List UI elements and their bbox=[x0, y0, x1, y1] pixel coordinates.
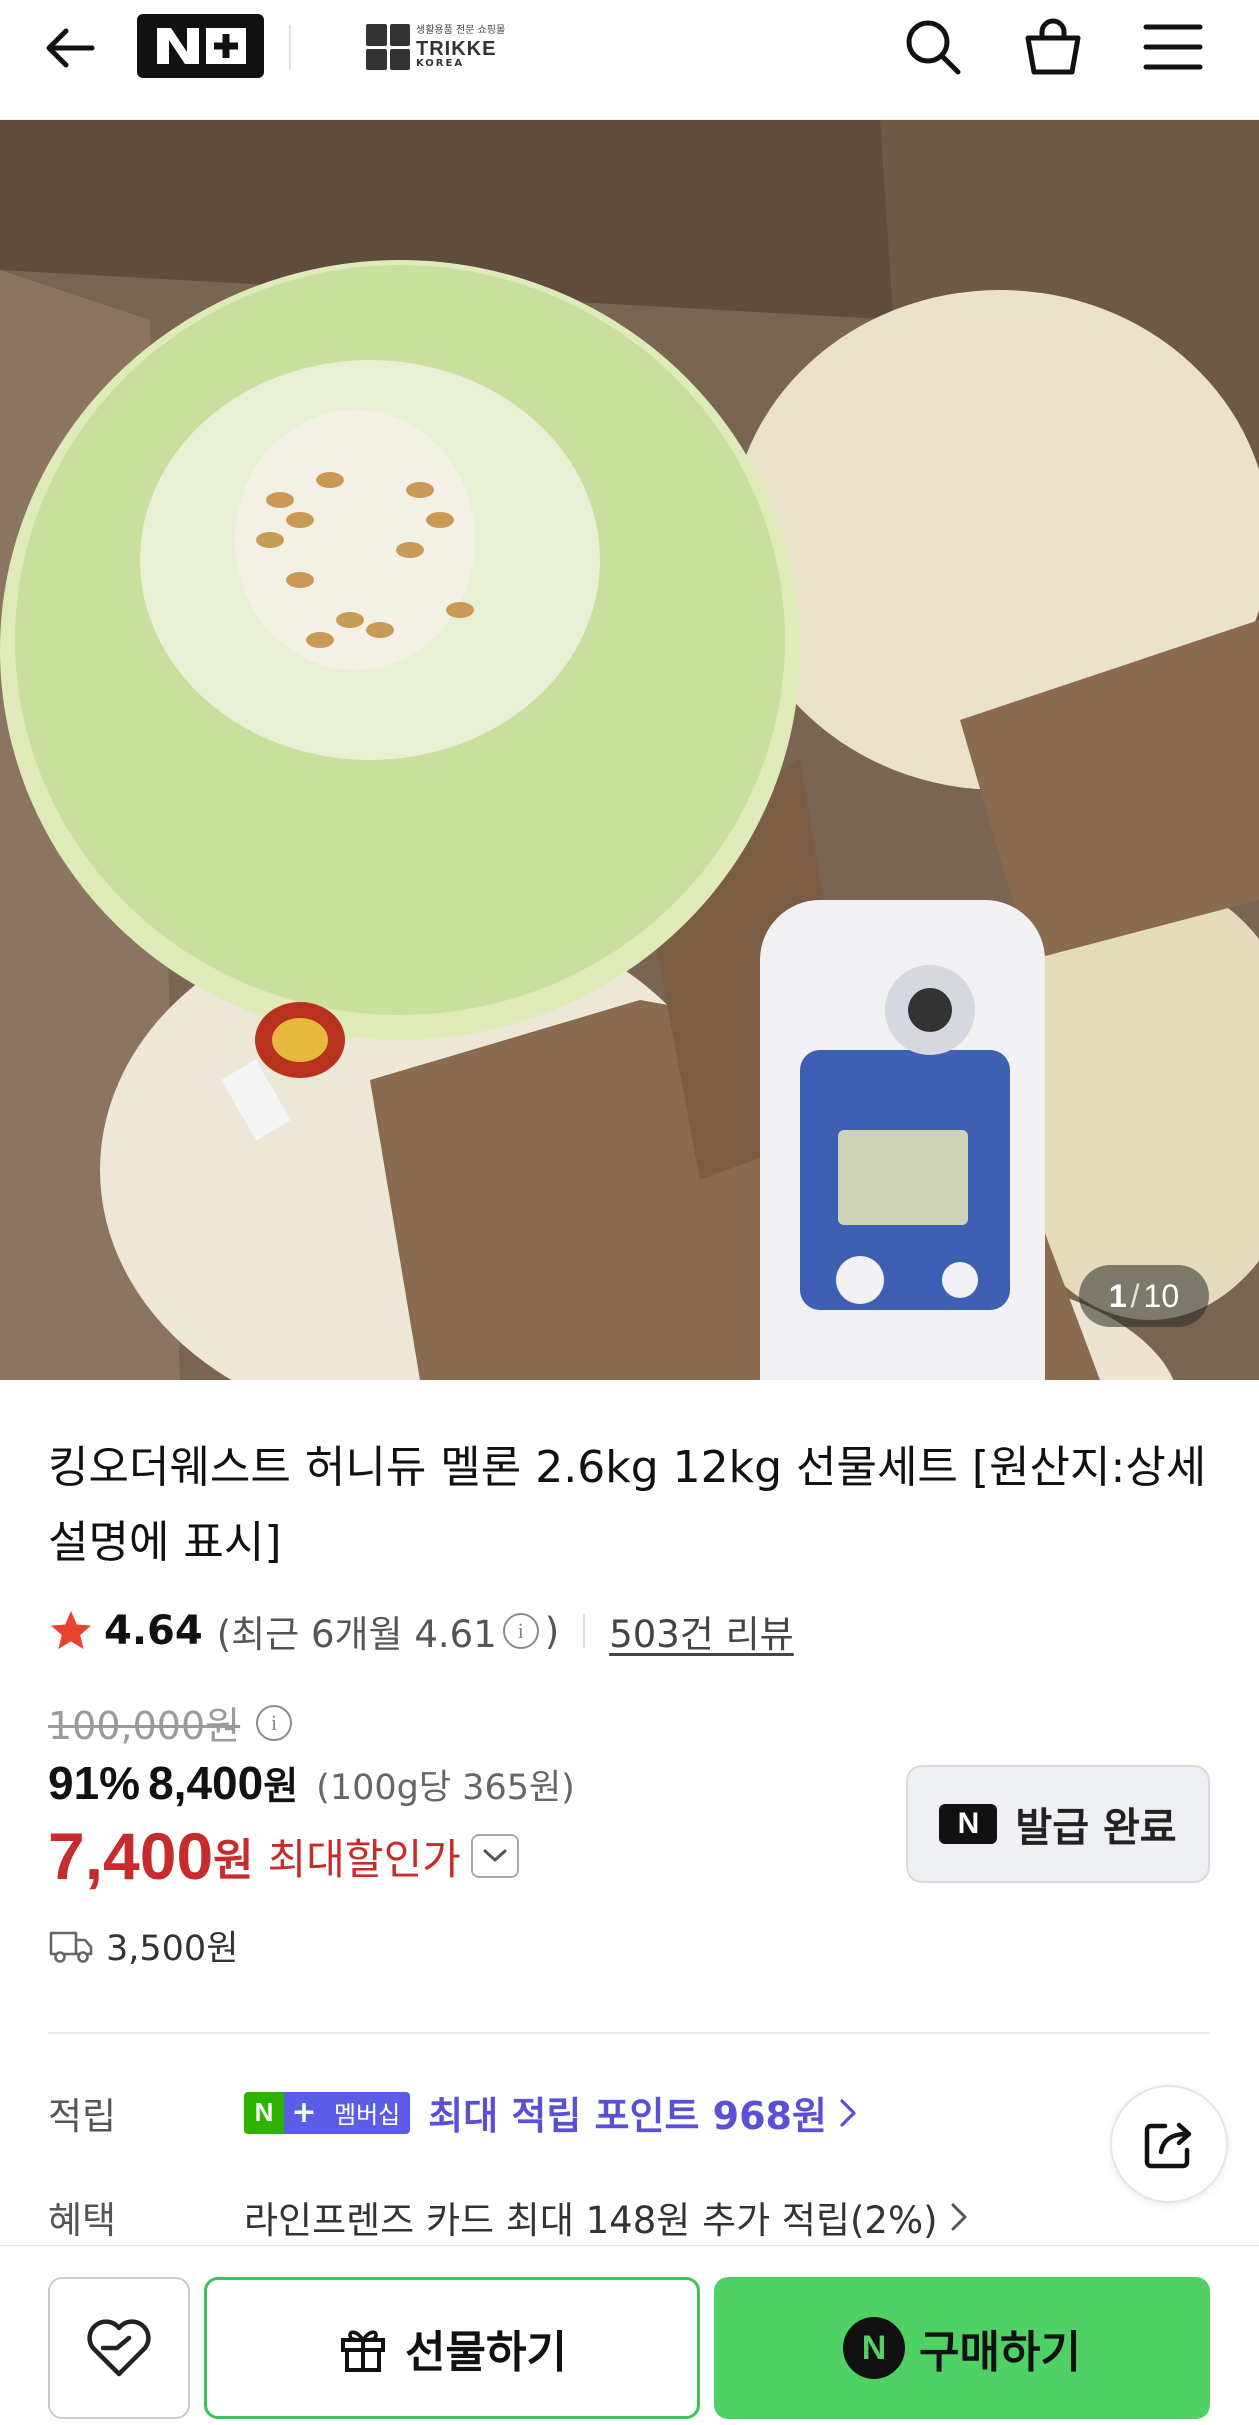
store-logo-mark-icon bbox=[366, 24, 410, 70]
store-logo-subtitle: 생활용품 전문 쇼핑몰 bbox=[416, 24, 506, 36]
shipping-fee: 3,500원 bbox=[106, 1929, 239, 1969]
share-button[interactable] bbox=[1110, 2085, 1228, 2203]
sale-price-currency: 원 bbox=[263, 1766, 299, 1808]
recent-rating-text: (최근 6개월 4.61 bbox=[216, 1613, 497, 1656]
max-points-text: 최대 적립 포인트 968원 bbox=[428, 2094, 827, 2138]
image-counter-current: 1 bbox=[1108, 1277, 1127, 1314]
store-logo-country: KOREA bbox=[416, 57, 465, 69]
product-photo bbox=[0, 120, 1259, 1380]
recent-rating: (최근 6개월 4.61 i ) bbox=[217, 1604, 559, 1658]
rating-score: 4.64 bbox=[104, 1608, 203, 1654]
chevron-down-icon bbox=[483, 1849, 507, 1862]
best-price-currency: 원 bbox=[213, 1835, 254, 1886]
best-price-toggle[interactable] bbox=[470, 1834, 519, 1878]
image-counter-total: 10 bbox=[1143, 1277, 1180, 1314]
buy-button-label: 구매하기 bbox=[919, 2327, 1081, 2378]
product-image-carousel[interactable]: 1 / 10 bbox=[0, 120, 1259, 1380]
shipping-row: 3,500원 bbox=[48, 1920, 238, 1971]
gift-button-label: 선물하기 bbox=[405, 2327, 567, 2378]
benefit-row[interactable]: 혜택 라인프렌즈 카드 최대 148원 추가 적립(2%) bbox=[48, 2190, 1208, 2244]
coupon-button-label: 발급 완료 bbox=[1015, 1805, 1177, 1851]
membership-n-icon: N bbox=[244, 2091, 284, 2134]
search-icon bbox=[906, 20, 961, 75]
benefit-text: 라인프렌즈 카드 최대 148원 추가 적립(2%) bbox=[244, 2199, 938, 2242]
original-price-row: 100,000원 i bbox=[48, 1695, 298, 1750]
sale-price-value: 8,400 bbox=[148, 1757, 264, 1809]
info-icon[interactable]: i bbox=[502, 1613, 539, 1649]
benefit-label: 혜택 bbox=[48, 2199, 117, 2242]
naver-plus-store-logo[interactable] bbox=[137, 14, 264, 78]
section-divider bbox=[48, 2032, 1210, 2034]
gift-button[interactable]: 선물하기 bbox=[204, 2277, 700, 2419]
points-row[interactable]: 적립 N + 멤버십 최대 적립 포인트 968원 bbox=[48, 2085, 1208, 2140]
points-label: 적립 bbox=[48, 2094, 117, 2138]
sale-price: 8,400원 bbox=[148, 1755, 298, 1810]
membership-plus-icon: + bbox=[284, 2091, 324, 2134]
star-icon bbox=[51, 1611, 91, 1649]
unit-price: (100g당 365원) bbox=[316, 1768, 575, 1808]
top-navigation-bar: 생활용품 전문 쇼핑몰 TRIKKE KOREA bbox=[0, 0, 1259, 120]
store-logo[interactable]: 생활용품 전문 쇼핑몰 TRIKKE KOREA bbox=[366, 20, 536, 74]
gift-icon bbox=[341, 2330, 386, 2372]
price-info-icon[interactable]: i bbox=[256, 1704, 293, 1741]
arrow-left-icon bbox=[46, 28, 95, 68]
store-logo-name: TRIKKE bbox=[416, 37, 497, 60]
back-button[interactable] bbox=[40, 18, 100, 78]
menu-button[interactable] bbox=[1140, 14, 1206, 80]
shopping-bag-icon bbox=[1025, 18, 1081, 75]
buy-button[interactable]: N 구매하기 bbox=[714, 2277, 1210, 2419]
naver-pay-n-icon: N bbox=[843, 2317, 906, 2379]
truck-icon bbox=[49, 1931, 93, 1963]
n-plus-logo-icon bbox=[156, 28, 246, 64]
discount-rate: 91% bbox=[48, 1757, 141, 1809]
bottom-action-bar: 선물하기 N 구매하기 bbox=[0, 2245, 1259, 2425]
naver-n-icon: N bbox=[939, 1804, 998, 1844]
recent-rating-close: ) bbox=[544, 1609, 560, 1653]
share-icon bbox=[1144, 2122, 1192, 2169]
chevron-right-icon bbox=[840, 2098, 856, 2127]
membership-badge-text: 멤버십 bbox=[324, 2091, 411, 2134]
rating-separator bbox=[583, 1614, 586, 1648]
coupon-issued-button[interactable]: N 발급 완료 bbox=[906, 1765, 1210, 1883]
best-price-row: 7,400 원 최대할인가 bbox=[48, 1818, 519, 1894]
best-price-value: 7,400 bbox=[48, 1819, 214, 1893]
image-counter: 1 / 10 bbox=[1079, 1265, 1209, 1327]
best-price-label: 최대할인가 bbox=[267, 1834, 461, 1884]
cart-button[interactable] bbox=[1020, 14, 1086, 80]
product-title: 킹오더웨스트 허니듀 멜론 2.6kg 12kg 선물세트 [원산지:상세설명에… bbox=[48, 1442, 1207, 1568]
original-price: 100,000원 bbox=[48, 1704, 241, 1748]
hamburger-menu-icon bbox=[1143, 24, 1203, 70]
image-counter-separator: / bbox=[1130, 1277, 1140, 1314]
membership-badge: N + 멤버십 bbox=[244, 2091, 411, 2134]
chevron-right-icon bbox=[951, 2203, 967, 2231]
sale-price-row: 91% 8,400원 (100g당 365원) bbox=[48, 1755, 575, 1810]
rating-row: 4.64 (최근 6개월 4.61 i ) 503건 리뷰 bbox=[48, 1603, 794, 1659]
search-button[interactable] bbox=[900, 14, 966, 80]
review-count-link[interactable]: 503건 리뷰 bbox=[609, 1604, 794, 1658]
header-divider bbox=[289, 25, 291, 70]
wishlist-button[interactable] bbox=[48, 2277, 190, 2419]
heart-icon bbox=[87, 2319, 151, 2377]
